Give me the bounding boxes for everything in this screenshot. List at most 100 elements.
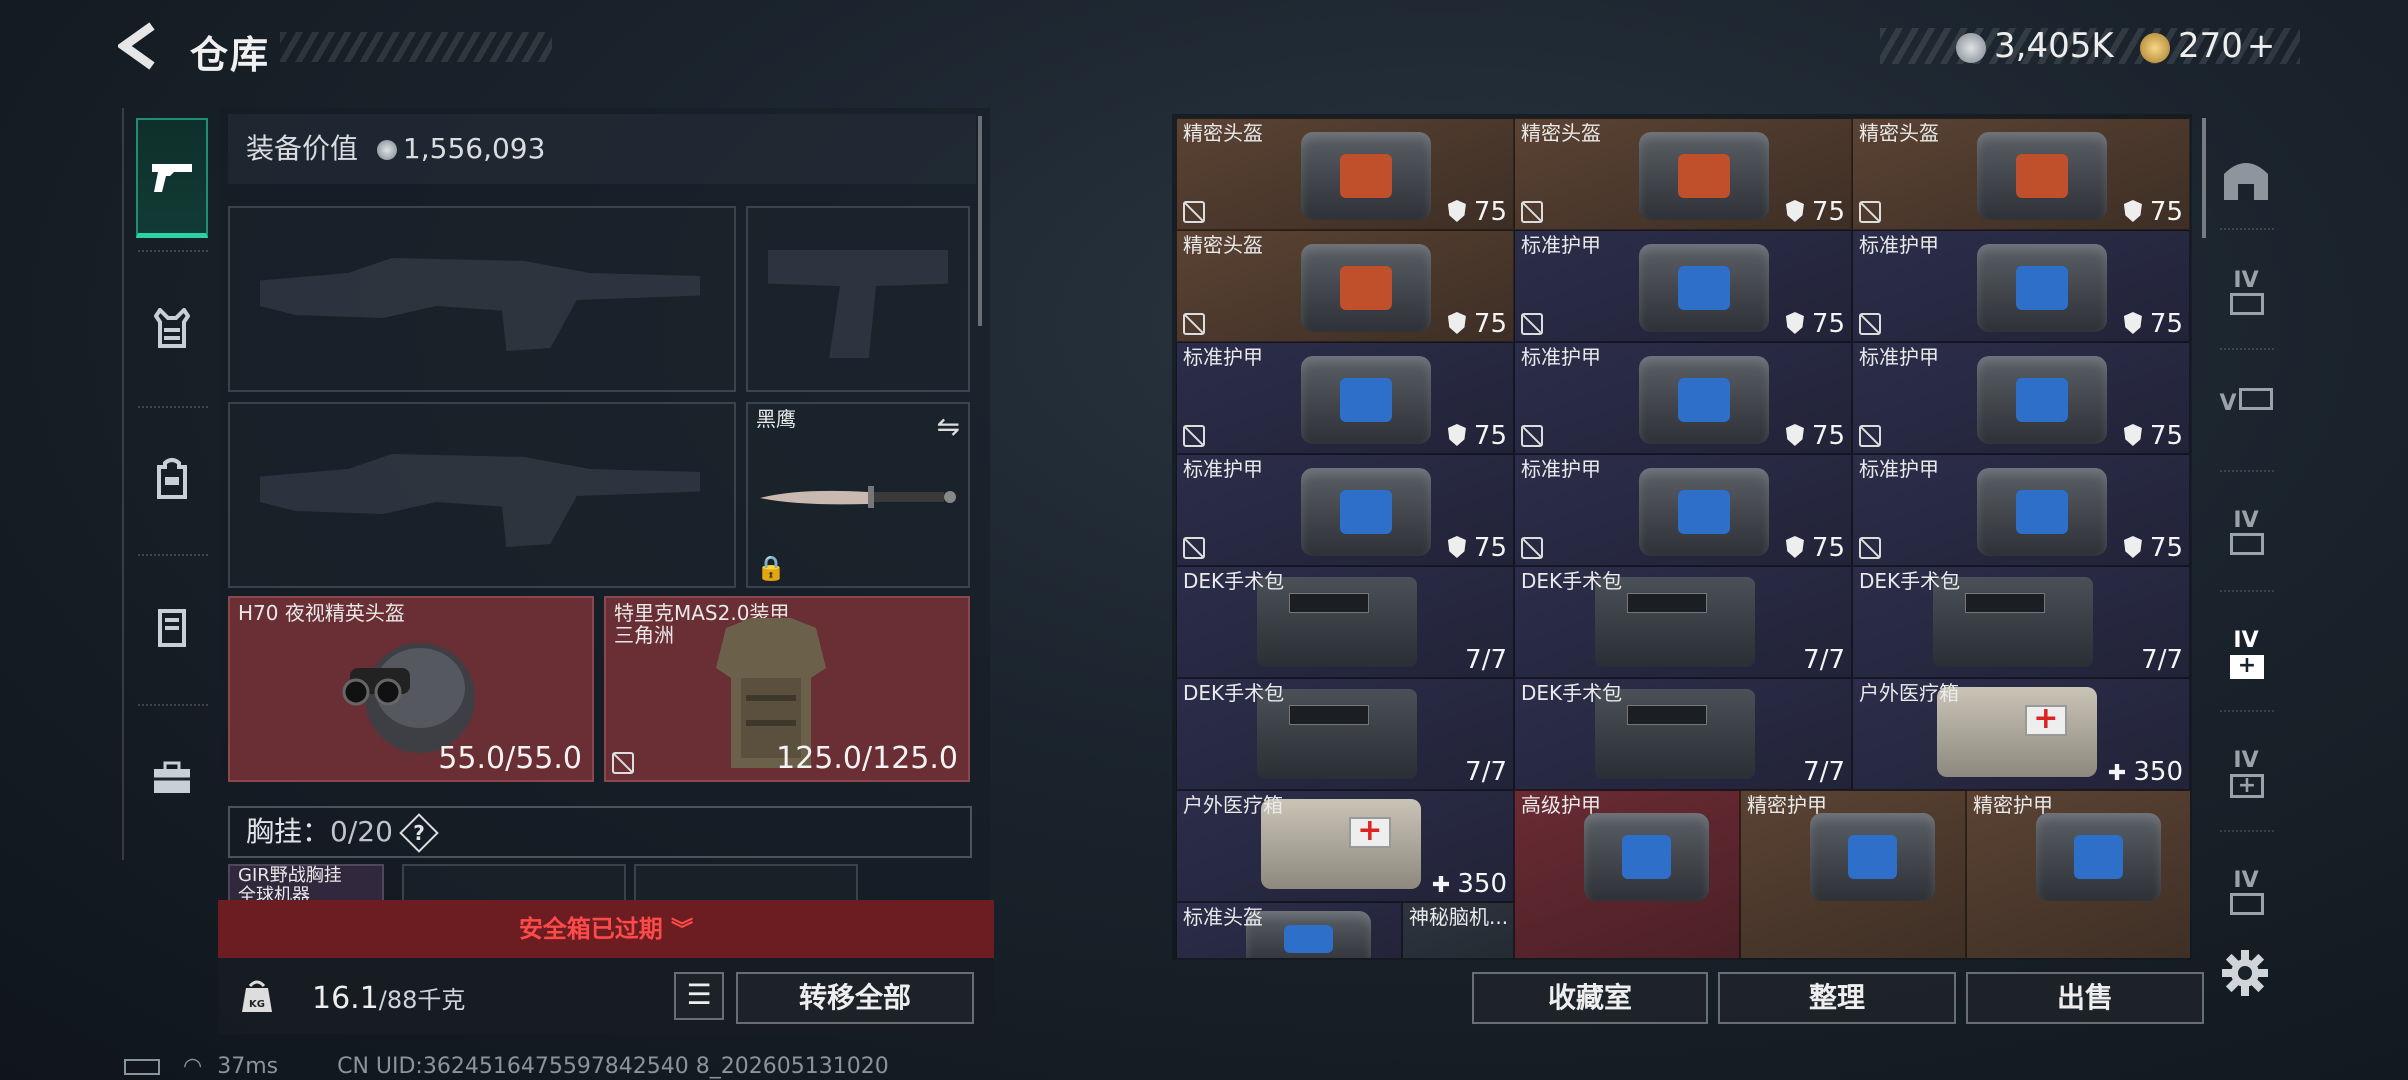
helmet-slot[interactable]: H70 夜视精英头盔 55.0/55.0 — [228, 596, 594, 782]
stash-item[interactable]: 精密护甲 — [1740, 790, 1966, 958]
container-5-icon[interactable]: V — [2218, 388, 2274, 440]
no-insurance-icon — [1521, 425, 1543, 447]
page-title: 仓库 — [190, 33, 271, 77]
stash-scrollbar[interactable] — [2202, 118, 2206, 238]
no-insurance-icon — [1183, 201, 1205, 223]
gold-currency[interactable]: 270 + — [2140, 24, 2275, 68]
pistol-slot[interactable] — [746, 206, 970, 392]
helmet-case-icon — [1300, 244, 1431, 333]
chest-rig-slot-2[interactable] — [402, 864, 626, 904]
organize-button[interactable]: 整理 — [1718, 972, 1956, 1024]
chest-rig-item-name: GIR野战胸挂 — [238, 865, 342, 886]
stash-item-value-text: 7/7 — [1465, 645, 1507, 675]
stash-item[interactable]: 标准护甲 75 — [1514, 230, 1852, 342]
stash-item[interactable]: DEK手术包 7/7 — [1176, 678, 1514, 790]
locker-icon[interactable] — [136, 568, 208, 688]
stash-item-value: 75 — [1447, 533, 1507, 563]
stash-item-value: ✚ 350 — [1432, 869, 1507, 899]
stash-item[interactable]: 标准护甲 75 — [1852, 230, 2190, 342]
helmet-name: H70 夜视精英头盔 — [238, 601, 405, 625]
pistol-silhouette-icon — [768, 250, 948, 358]
loadout-scrollbar[interactable] — [978, 116, 982, 326]
stash-item[interactable]: 精密头盔 75 — [1176, 230, 1514, 342]
container-7-icon[interactable]: IV — [2218, 868, 2274, 920]
no-insurance-icon — [612, 752, 634, 774]
sell-button[interactable]: 出售 — [1966, 972, 2204, 1024]
stash-item[interactable]: DEK手术包 7/7 — [1514, 566, 1852, 678]
settings-icon[interactable] — [2220, 948, 2270, 998]
list-icon[interactable]: ☰ — [674, 972, 724, 1020]
stash-item[interactable]: 标准护甲 75 — [1514, 342, 1852, 454]
stash-grid: 精密头盔 75 精密头盔 75 精密头盔 75 精密头盔 75 标准护甲 75 标准护甲 75 标准护甲… — [1176, 118, 2190, 958]
briefcase-icon[interactable] — [136, 718, 208, 838]
chest-rig-slot-3[interactable] — [634, 864, 858, 904]
melee-slot[interactable]: 黑鹰 ⇋ 🔒 — [746, 402, 970, 588]
transfer-all-button[interactable]: 转移全部 — [736, 972, 974, 1024]
stash-item[interactable]: 标准头盔 — [1176, 902, 1402, 958]
stash-item-value: 75 — [1785, 421, 1845, 451]
stash-item-value-text: 75 — [1811, 421, 1845, 451]
medkit-4-icon[interactable]: IV+ — [2218, 628, 2274, 680]
stash-item-value: 7/7 — [2141, 645, 2183, 675]
stash-item[interactable]: 高级护甲 — [1514, 790, 1740, 958]
armor-shield-icon — [1447, 312, 1466, 334]
no-insurance-icon — [1521, 313, 1543, 335]
header-stripe — [280, 32, 552, 62]
gun-icon[interactable] — [136, 118, 208, 238]
stash-item-value: 7/7 — [1465, 645, 1507, 675]
stash-item-name: 精密头盔 — [1183, 233, 1263, 257]
stash-item[interactable]: 神秘脑机... — [1402, 902, 1514, 958]
house-icon[interactable] — [2218, 154, 2274, 206]
stash-item[interactable]: DEK手术包 7/7 — [1852, 566, 2190, 678]
stash-item[interactable]: 户外医疗箱 ✚ 350 — [1176, 790, 1514, 902]
stash-item[interactable]: 标准护甲 75 — [1852, 454, 2190, 566]
armor-durability: 125.0/125.0 — [776, 741, 958, 776]
stash-item[interactable]: DEK手术包 7/7 — [1514, 678, 1852, 790]
help-icon[interactable]: ? — [399, 813, 439, 853]
stash-item[interactable]: 标准护甲 75 — [1176, 342, 1514, 454]
no-insurance-icon — [1521, 537, 1543, 559]
stash-item[interactable]: 精密头盔 75 — [1852, 118, 2190, 230]
stash-item[interactable]: DEK手术包 7/7 — [1176, 566, 1514, 678]
stash-item[interactable]: 精密护甲 — [1966, 790, 2190, 958]
collection-button[interactable]: 收藏室 — [1472, 972, 1708, 1024]
backpack-icon[interactable] — [136, 418, 208, 538]
armor-shield-icon — [1785, 200, 1804, 222]
armor-slot[interactable]: 特里克MAS2.0装甲 三角洲 125.0/125.0 — [604, 596, 970, 782]
stash-item-name: 标准护甲 — [1521, 457, 1601, 481]
vest-icon[interactable] — [136, 268, 208, 388]
container-6-icon[interactable]: IV — [2218, 508, 2274, 560]
primary-weapon-slot[interactable] — [228, 206, 736, 392]
safebox-expired-banner[interactable]: 安全箱已过期 ︾ — [218, 900, 994, 958]
armor-case-icon — [1300, 356, 1431, 445]
stash-item[interactable]: 精密头盔 75 — [1176, 118, 1514, 230]
armor-case-icon — [2036, 812, 2161, 901]
gold-amount: 270 — [2178, 26, 2243, 66]
stash-item-name: DEK手术包 — [1521, 569, 1623, 593]
medkit-5-icon[interactable]: IV+ — [2218, 748, 2274, 800]
stash-item-name: 精密护甲 — [1747, 793, 1827, 817]
stash-item-value-text: 7/7 — [1803, 645, 1845, 675]
weight-max: /88千克 — [378, 986, 466, 1014]
stash-item-name: DEK手术包 — [1183, 569, 1285, 593]
helmet-case-icon — [1638, 132, 1769, 221]
secondary-weapon-slot[interactable] — [228, 402, 736, 588]
knife-icon — [758, 484, 958, 510]
stash-item[interactable]: 标准护甲 75 — [1514, 454, 1852, 566]
stash-item[interactable]: 精密头盔 75 — [1514, 118, 1852, 230]
add-gold-icon[interactable]: + — [2247, 26, 2276, 66]
stash-item[interactable]: 户外医疗箱 ✚ 350 — [1852, 678, 2190, 790]
stash-item-name: 精密头盔 — [1183, 121, 1263, 145]
stash-item[interactable]: 标准护甲 75 — [1176, 454, 1514, 566]
swap-icon[interactable]: ⇋ — [937, 410, 960, 443]
stash-item[interactable]: 标准护甲 75 — [1852, 342, 2190, 454]
stash-item-value-text: 75 — [1473, 421, 1507, 451]
stash-item-value: 75 — [1785, 197, 1845, 227]
chest-rig-item[interactable]: GIR野战胸挂 全球机器 — [228, 864, 384, 906]
back-icon[interactable] — [116, 22, 166, 74]
stash-item-name: 高级护甲 — [1521, 793, 1601, 817]
stash-item-value: 75 — [1447, 309, 1507, 339]
container-4-icon[interactable]: IV — [2218, 268, 2274, 320]
stash-item-name: DEK手术包 — [1183, 681, 1285, 705]
stash-item-value: 75 — [1785, 309, 1845, 339]
